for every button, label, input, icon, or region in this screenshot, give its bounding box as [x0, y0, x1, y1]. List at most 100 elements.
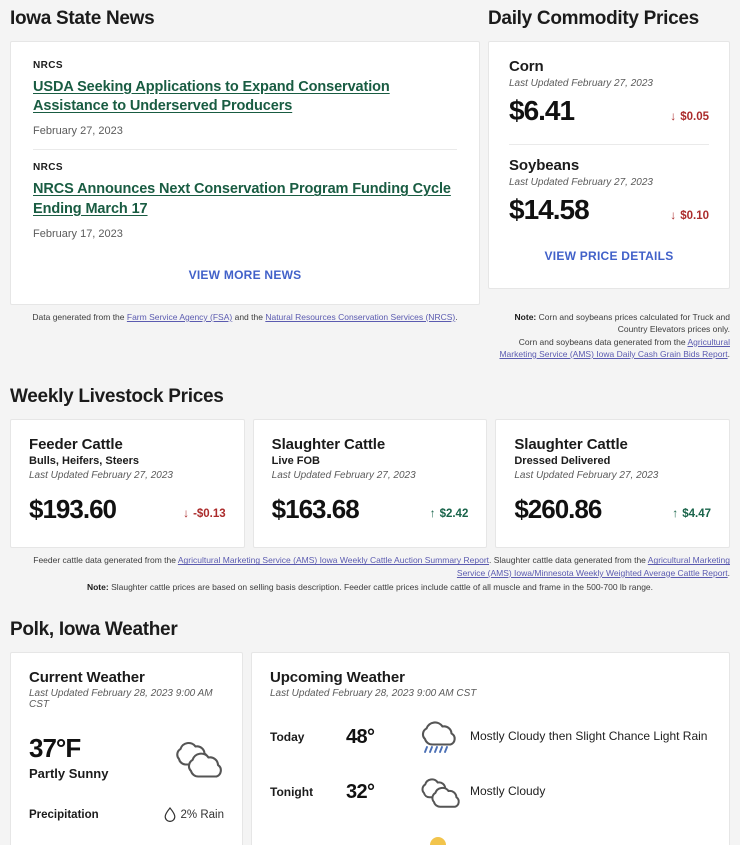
commodity-updated: Last Updated February 27, 2023 [509, 176, 653, 188]
current-precipitation-row: Precipitation 2% Rain [29, 807, 224, 823]
commodity-price: $6.41 [509, 94, 575, 126]
commodity-price-row: $6.41 ↓ $0.05 [509, 93, 709, 128]
ams-auction-summary-link[interactable]: Agricultural Marketing Service (AMS) Iow… [178, 555, 489, 565]
livestock-price-row: $260.86 ↑ $4.47 [514, 493, 711, 526]
precipitation-label: Precipitation [29, 808, 99, 821]
commodity-price: $14.58 [509, 193, 590, 225]
news-list-item: NRCS NRCS Announces Next Conservation Pr… [33, 162, 457, 252]
forecast-temperature: 32° [346, 780, 375, 803]
current-weather-card: Current Weather Last Updated February 28… [10, 652, 243, 845]
livestock-subtitle: Dressed Delivered [514, 454, 611, 467]
commodity-price-row: $14.58 ↓ $0.10 [509, 192, 709, 227]
livestock-change: ↓ -$0.13 [183, 506, 226, 525]
livestock-change: ↑ $4.47 [672, 506, 711, 525]
commodity-divider [509, 143, 709, 145]
news-headline-link[interactable]: NRCS Announces Next Conservation Program… [33, 180, 457, 219]
dashboard-page: Iowa State News Daily Commodity Prices N… [0, 0, 740, 845]
news-footnote-mid: and the [232, 311, 266, 322]
top-footnotes-row: Data generated from the Farm Service Age… [0, 305, 740, 360]
forecast-row-tonight: Tonight 32° Mostly Cloudy [270, 775, 711, 809]
weather-header: Polk, Iowa Weather [0, 593, 740, 652]
forecast-description: Mostly Cloudy [470, 784, 546, 799]
precipitation-value: 2% Rain [180, 808, 224, 821]
livestock-subtitle: Bulls, Heifers, Steers [29, 454, 140, 467]
news-headline-link[interactable]: USDA Seeking Applications to Expand Cons… [33, 78, 457, 117]
livestock-price: $193.60 [29, 493, 117, 524]
top-content-row: NRCS USDA Seeking Applications to Expand… [0, 40, 740, 305]
commodity-change-value: $0.10 [680, 209, 709, 222]
livestock-price-row: $163.68 ↑ $2.42 [272, 493, 469, 526]
livestock-change-value: $4.47 [682, 508, 712, 521]
upcoming-weather-title: Upcoming Weather [270, 669, 405, 687]
forecast-description: Mostly Cloudy then Slight Chance Light R… [470, 729, 708, 744]
news-agency-label: NRCS [33, 59, 63, 71]
livestock-note-label: Note: [86, 582, 109, 593]
livestock-note-line: Note: Slaughter cattle prices are based … [10, 581, 730, 593]
commodity-name: Corn [509, 57, 544, 75]
view-more-news-row: VIEW MORE NEWS [33, 252, 457, 294]
current-weather-readout: 37°F Partly Sunny [29, 733, 109, 782]
livestock-header: Weekly Livestock Prices [0, 360, 740, 419]
commodity-change-value: $0.05 [680, 110, 709, 123]
forecast-temperature: 48° [346, 725, 375, 748]
news-footnote-tail: . [455, 311, 458, 322]
news-card: NRCS USDA Seeking Applications to Expand… [10, 40, 480, 305]
commodity-item-corn: Corn Last Updated February 27, 2023 $6.4… [509, 58, 709, 134]
commodity-item-soybeans: Soybeans Last Updated February 27, 2023 … [509, 157, 709, 233]
livestock-price: $260.86 [514, 493, 602, 524]
commodity-column: Corn Last Updated February 27, 2023 $6.4… [488, 40, 730, 305]
livestock-price: $163.68 [271, 493, 360, 524]
news-footnote-lead: Data generated from the [32, 311, 127, 322]
livestock-note-text: Slaughter cattle prices are based on sel… [108, 582, 654, 593]
forecast-period: Tonight [270, 785, 314, 800]
weather-section: Current Weather Last Updated February 28… [0, 652, 740, 845]
livestock-footnote-tail: . [727, 567, 730, 578]
partly-cloudy-icon [166, 737, 224, 779]
precipitation-value-group: 2% Rain [164, 807, 224, 823]
current-condition: Partly Sunny [29, 766, 109, 782]
livestock-footnote-lead: Feeder cattle data generated from the [33, 555, 178, 566]
livestock-card-slaughter-dressed: Slaughter Cattle Dressed Delivered Last … [495, 418, 731, 549]
fsa-link[interactable]: Farm Service Agency (FSA) [127, 312, 232, 322]
news-column: NRCS USDA Seeking Applications to Expand… [10, 40, 480, 305]
livestock-price-row: $193.60 ↓ -$0.13 [29, 493, 226, 526]
arrow-down-icon: ↓ [670, 207, 677, 222]
upcoming-weather-updated: Last Updated February 28, 2023 9:00 AM C… [270, 688, 477, 700]
commodity-note-line1: Corn and soybeans prices calculated for … [536, 311, 730, 335]
livestock-subtitle: Live FOB [271, 454, 320, 467]
view-price-details-row: VIEW PRICE DETAILS [509, 233, 709, 275]
partly-cloudy-icon [406, 775, 470, 809]
commodity-name: Soybeans [509, 156, 580, 174]
livestock-cards-row: Feeder Cattle Bulls, Heifers, Steers Las… [10, 418, 731, 549]
forecast-row-today: Today 48° Mostly Cloudy then Slight Chan… [270, 719, 711, 755]
view-more-news-link[interactable]: VIEW MORE NEWS [189, 268, 302, 282]
news-list-item: NRCS USDA Seeking Applications to Expand… [33, 60, 457, 150]
livestock-card-feeder-cattle: Feeder Cattle Bulls, Heifers, Steers Las… [10, 418, 245, 549]
arrow-up-icon: ↑ [429, 506, 436, 521]
news-divider [33, 149, 457, 151]
livestock-footnote: Feeder cattle data generated from the Ag… [0, 548, 740, 593]
livestock-name: Slaughter Cattle [514, 435, 628, 453]
news-agency-label: NRCS [33, 162, 63, 174]
commodity-change: ↓ $0.05 [670, 109, 709, 128]
commodity-note-tail: . [727, 348, 730, 359]
view-price-details-link[interactable]: VIEW PRICE DETAILS [545, 249, 674, 263]
livestock-updated: Last Updated February 27, 2023 [271, 469, 416, 481]
weather-cards-row: Current Weather Last Updated February 28… [10, 652, 730, 845]
livestock-section: Feeder Cattle Bulls, Heifers, Steers Las… [0, 418, 740, 549]
livestock-card-slaughter-live-fob: Slaughter Cattle Live FOB Last Updated F… [252, 418, 488, 549]
news-section-title: Iowa State News [10, 8, 155, 29]
nrcs-link[interactable]: Natural Resources Conservation Services … [265, 312, 455, 322]
livestock-change: ↑ $2.42 [430, 506, 469, 525]
commodity-section-title: Daily Commodity Prices [488, 8, 699, 29]
rain-cloud-icon [406, 719, 470, 755]
commodity-card: Corn Last Updated February 27, 2023 $6.4… [488, 40, 730, 289]
sunny-icon [406, 829, 470, 845]
forecast-row-next [270, 829, 711, 845]
livestock-name: Slaughter Cattle [271, 435, 386, 453]
arrow-up-icon: ↑ [672, 506, 679, 521]
livestock-section-title: Weekly Livestock Prices [10, 386, 224, 408]
news-date: February 17, 2023 [33, 227, 123, 240]
arrow-down-icon: ↓ [670, 108, 677, 123]
arrow-down-icon: ↓ [183, 506, 190, 521]
